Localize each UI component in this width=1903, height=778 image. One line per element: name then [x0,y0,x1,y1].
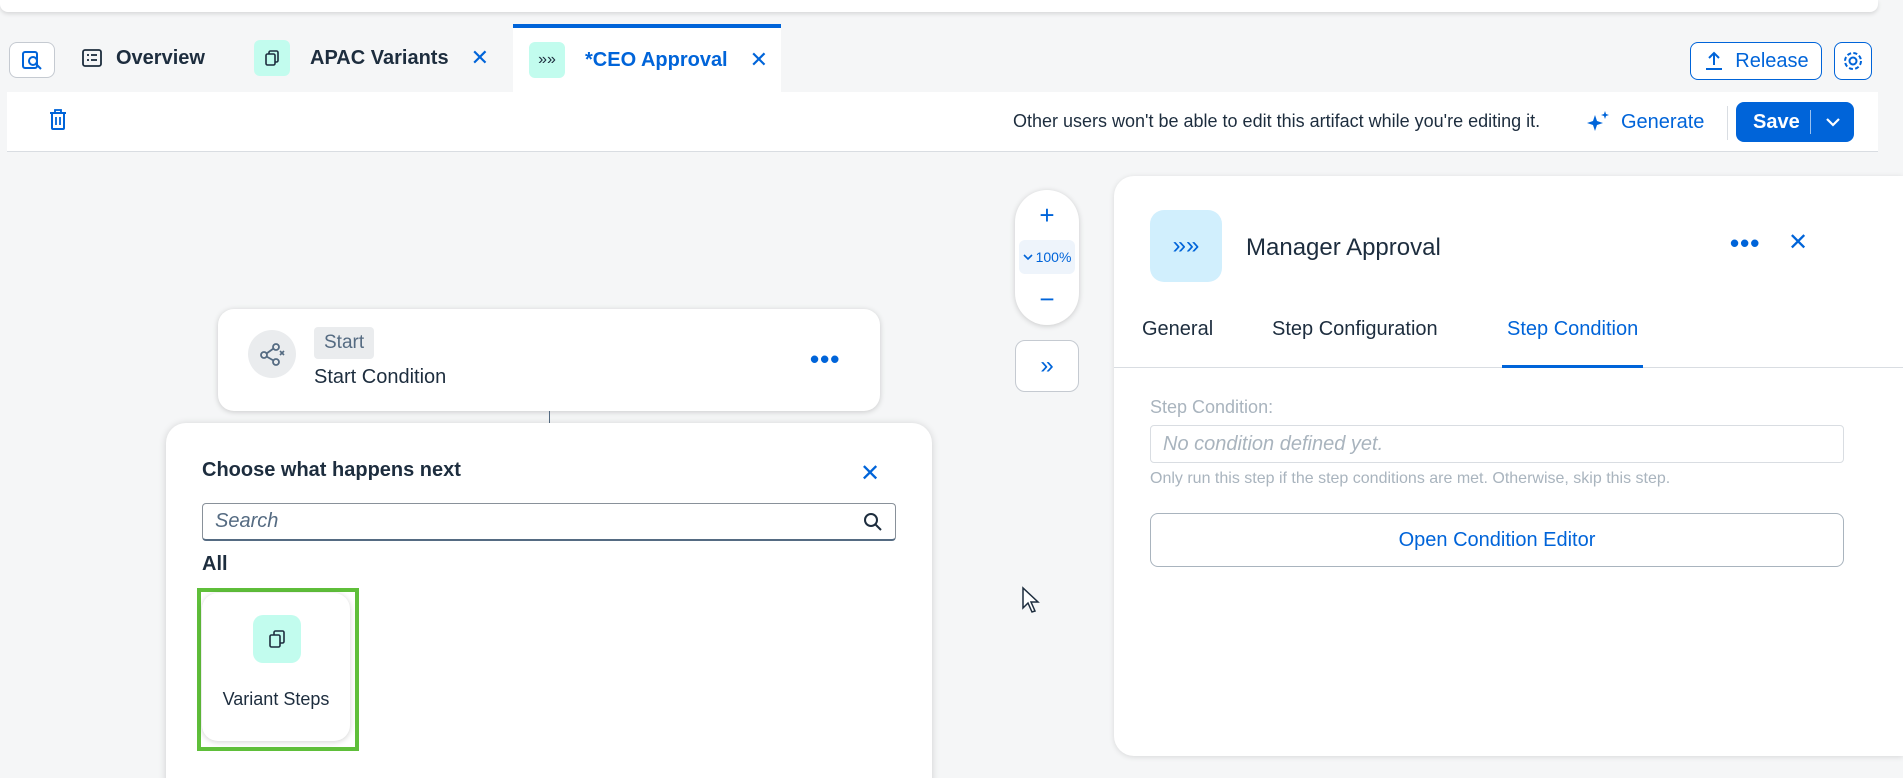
process-icon: »» [1150,210,1222,282]
tab-ceo-label: *CEO Approval [585,48,728,71]
release-label: Release [1735,49,1809,72]
list-icon [82,49,102,67]
tab-overview-label: Overview [116,46,205,69]
chooser-title: Choose what happens next [202,459,461,481]
zoom-level-select[interactable]: 100% [1019,240,1075,274]
start-node[interactable]: Start Start Condition ••• [218,309,880,411]
share-icon [248,330,296,378]
more-icon[interactable]: ••• [810,344,840,375]
settings-button[interactable] [1834,42,1872,80]
zoom-out-button[interactable]: − [1015,284,1079,315]
tab-overview[interactable]: Overview [82,24,205,92]
trash-icon [50,109,66,130]
tab-ceo-approval[interactable]: »» *CEO Approval ✕ [513,24,781,92]
release-button[interactable]: Release [1690,42,1822,80]
search-doc-button[interactable] [9,42,55,78]
close-icon[interactable]: ✕ [471,45,489,71]
variant-steps-label: Variant Steps [222,689,330,709]
close-icon[interactable]: ✕ [860,459,880,488]
tab-step-condition[interactable]: Step Condition [1502,318,1644,368]
chevron-down-icon [1023,254,1033,261]
zoom-in-button[interactable]: + [1015,200,1079,231]
search-input[interactable] [215,510,863,533]
toolbar-separator [1727,106,1728,140]
generate-button[interactable]: Generate [1585,104,1704,140]
start-node-title: Start Condition [314,366,447,388]
more-icon[interactable]: ••• [1730,228,1760,259]
chevron-down-icon[interactable] [1811,117,1854,127]
tab-apac-label: APAC Variants [310,46,449,69]
step-condition-input[interactable] [1163,432,1831,456]
close-icon[interactable]: ✕ [750,47,768,73]
step-condition-label: Step Condition: [1150,397,1274,417]
save-label: Save [1753,110,1800,133]
gear-icon [1844,52,1862,70]
shell-header [0,0,1878,12]
step-details-panel: »» Manager Approval ••• ✕ General Step C… [1114,176,1903,756]
copy-icon [253,615,301,663]
start-badge: Start [314,327,375,359]
process-icon: »» [529,42,565,78]
expand-panel-button[interactable]: » [1015,340,1079,392]
zoom-control: + 100% − [1015,190,1079,325]
open-condition-editor-button[interactable]: Open Condition Editor [1150,513,1844,567]
zoom-level-value: 100% [1035,249,1072,265]
variant-steps-card[interactable]: Variant Steps [202,593,350,741]
panel-title: Manager Approval [1246,234,1441,261]
search-doc-icon [22,51,42,70]
step-condition-field[interactable] [1150,425,1844,463]
save-button[interactable]: Save [1736,102,1854,142]
tab-bar: Overview APAC Variants ✕ »» *CEO Approva… [0,24,1903,92]
editor-toolbar: Other users won't be able to edit this a… [7,92,1878,152]
tab-apac-variants[interactable]: APAC Variants ✕ [254,24,489,92]
group-label: All [202,553,228,575]
generate-label: Generate [1621,110,1705,133]
panel-tab-bar: General Step Configuration Step Conditio… [1114,306,1903,368]
delete-button[interactable] [47,108,69,137]
next-step-chooser: Choose what happens next ✕ All Variant S… [166,423,932,778]
tab-general[interactable]: General [1142,318,1213,368]
lock-message: Other users won't be able to edit this a… [1013,111,1541,131]
tab-step-configuration[interactable]: Step Configuration [1272,318,1438,368]
search-field[interactable] [202,503,896,541]
upload-icon [1706,51,1723,70]
step-condition-help: Only run this step if the step condition… [1150,470,1671,487]
mouse-cursor-icon [1021,586,1041,619]
close-icon[interactable]: ✕ [1788,228,1808,257]
sparkle-icon [1587,111,1609,131]
search-icon[interactable] [863,512,883,532]
process-canvas[interactable]: Start Start Condition ••• Choose what ha… [0,153,1903,778]
copy-icon [254,40,290,76]
